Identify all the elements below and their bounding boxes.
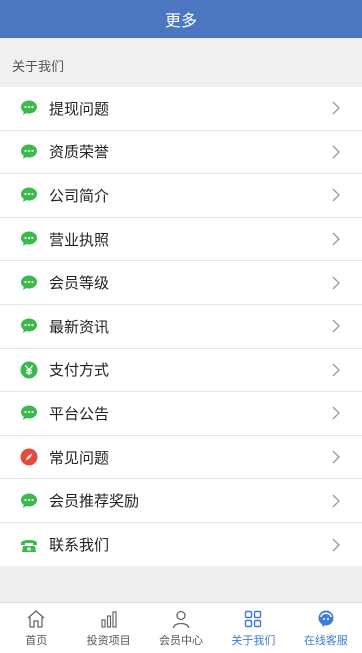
footer-spacer bbox=[0, 566, 362, 602]
chevron-right-icon bbox=[332, 189, 340, 202]
tab-about-us[interactable]: 关于我们 bbox=[217, 603, 289, 653]
tab-label: 会员中心 bbox=[159, 633, 204, 647]
chevron-right-icon bbox=[332, 276, 340, 290]
menu-item-label: 会员推荐奖励 bbox=[49, 492, 140, 511]
menu-item-referral-rewards[interactable]: 会员推荐奖励 bbox=[0, 479, 362, 523]
menu-item-member-levels[interactable]: 会员等级 bbox=[0, 261, 362, 305]
tab-label: 投资项目 bbox=[86, 633, 131, 647]
chat-bubble-icon bbox=[20, 99, 38, 117]
chevron-right-icon bbox=[332, 145, 340, 159]
menu-item-label: 支付方式 bbox=[49, 361, 110, 380]
user-icon bbox=[172, 610, 190, 628]
chevron-right-icon bbox=[332, 363, 340, 377]
page-title: 更多 bbox=[164, 11, 197, 30]
compass-icon bbox=[20, 448, 38, 466]
tab-label: 在线客服 bbox=[303, 633, 348, 647]
chevron-right-icon bbox=[332, 232, 340, 246]
grid-icon bbox=[245, 610, 262, 627]
menu-item-payment-methods[interactable]: 支付方式 bbox=[0, 349, 362, 393]
tab-member-center[interactable]: 会员中心 bbox=[145, 603, 217, 653]
menu-item-label: 营业执照 bbox=[49, 230, 110, 249]
chevron-right-icon bbox=[332, 494, 340, 508]
menu-item-business-license[interactable]: 营业执照 bbox=[0, 218, 362, 262]
chevron-right-icon bbox=[332, 450, 340, 464]
chat-bubble-icon bbox=[20, 317, 38, 335]
chevron-right-icon bbox=[332, 406, 340, 420]
menu-item-label: 公司简介 bbox=[49, 186, 110, 205]
menu-item-faq[interactable]: 常见问题 bbox=[0, 436, 362, 480]
home-icon bbox=[27, 609, 45, 628]
menu-list: 提现问题 资质荣誉 公司简介 营业执照 会员等级 最新资讯 支付方式 平台公告 … bbox=[0, 87, 362, 567]
chevron-right-icon bbox=[332, 101, 340, 115]
menu-item-withdraw[interactable]: 提现问题 bbox=[0, 87, 362, 131]
section-label: 关于我们 bbox=[12, 60, 65, 75]
menu-item-contact-us[interactable]: 联系我们 bbox=[0, 523, 362, 567]
menu-item-qualifications[interactable]: 资质荣誉 bbox=[0, 131, 362, 175]
menu-item-label: 平台公告 bbox=[49, 404, 110, 423]
menu-item-label: 提现问题 bbox=[49, 99, 110, 118]
tab-label: 首页 bbox=[25, 633, 48, 647]
chat-bubble-icon bbox=[20, 143, 38, 161]
menu-item-label: 最新资讯 bbox=[49, 317, 110, 336]
chevron-right-icon bbox=[332, 319, 340, 333]
phone-icon bbox=[20, 536, 38, 554]
service-icon bbox=[318, 610, 334, 627]
menu-item-label: 会员等级 bbox=[49, 274, 110, 293]
tab-label: 关于我们 bbox=[231, 633, 276, 647]
chat-bubble-icon bbox=[20, 186, 38, 204]
tab-online-service[interactable]: 在线客服 bbox=[290, 603, 362, 653]
bar-chart-icon bbox=[101, 610, 117, 628]
bottom-tab-bar: 首页 投资项目 会员中心 关于我们 在线客服 bbox=[0, 602, 362, 653]
chat-bubble-icon bbox=[20, 274, 38, 292]
tab-investment-projects[interactable]: 投资项目 bbox=[72, 603, 144, 653]
menu-item-label: 资质荣誉 bbox=[49, 143, 110, 162]
chevron-right-icon bbox=[332, 538, 340, 552]
chat-bubble-icon bbox=[20, 404, 38, 422]
menu-item-latest-news[interactable]: 最新资讯 bbox=[0, 305, 362, 349]
menu-item-company-profile[interactable]: 公司简介 bbox=[0, 174, 362, 218]
yen-coin-icon bbox=[20, 361, 38, 379]
menu-item-label: 常见问题 bbox=[49, 448, 110, 467]
menu-item-announcements[interactable]: 平台公告 bbox=[0, 392, 362, 436]
chat-bubble-icon bbox=[20, 230, 38, 248]
page-header: 更多 bbox=[0, 0, 362, 38]
menu-item-label: 联系我们 bbox=[49, 536, 110, 555]
tab-home[interactable]: 首页 bbox=[0, 603, 72, 653]
chat-bubble-icon bbox=[20, 492, 38, 510]
